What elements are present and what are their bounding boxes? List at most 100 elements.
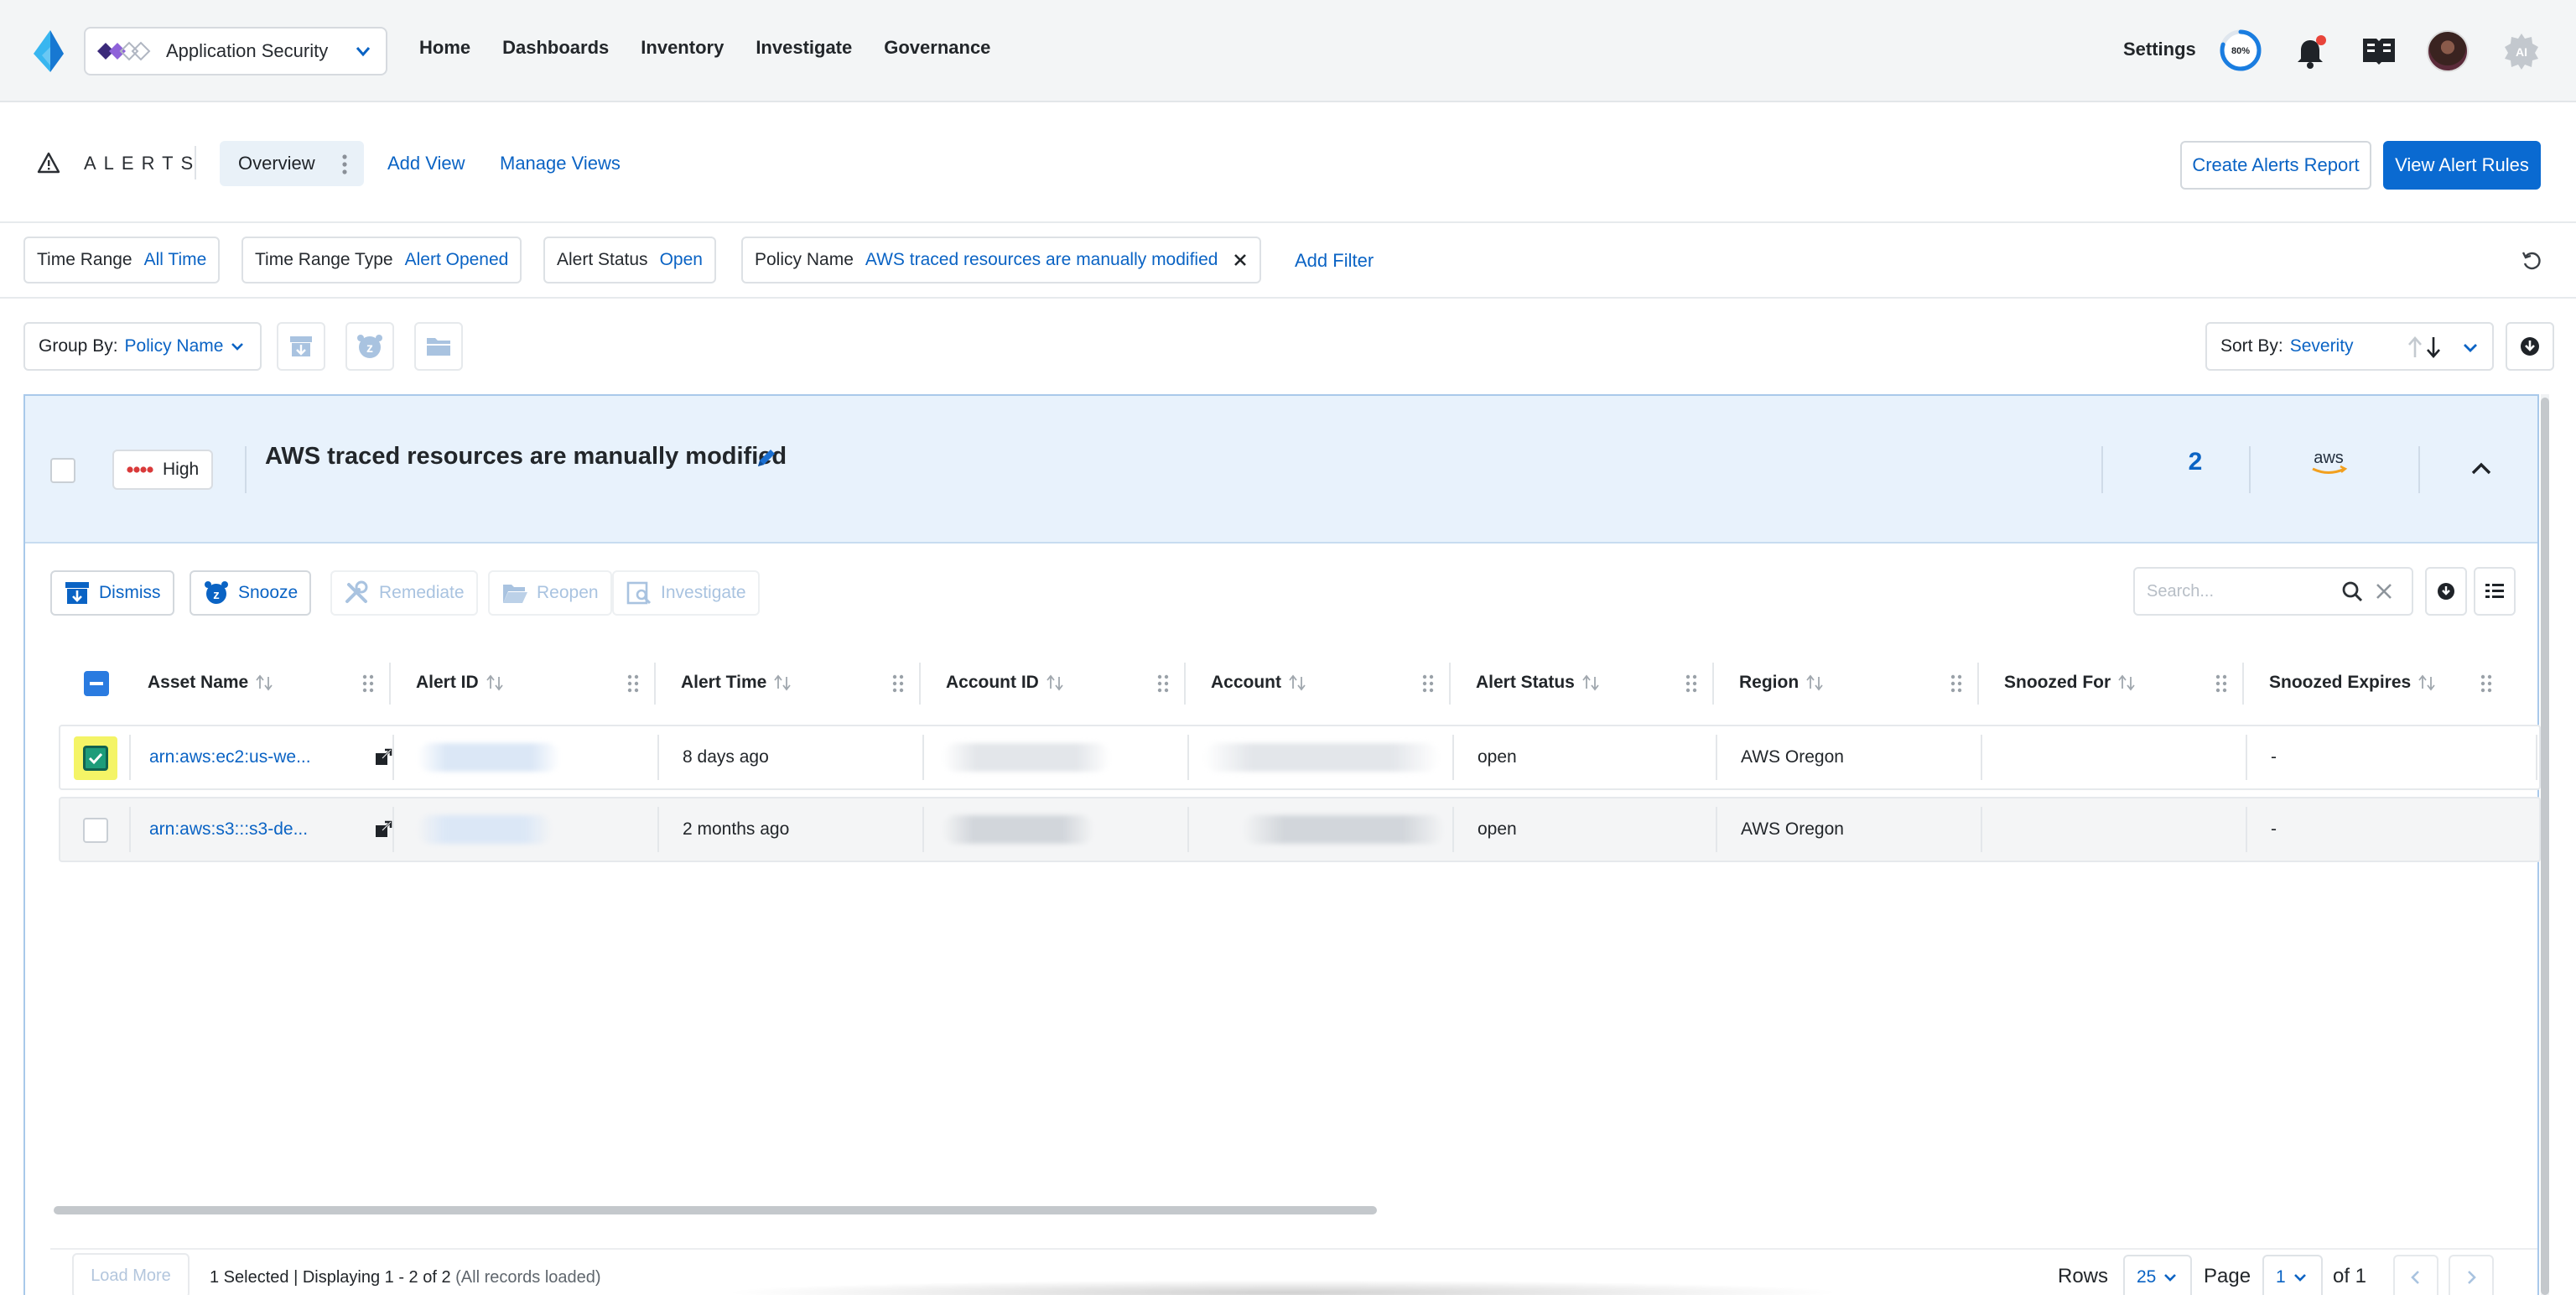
select-all-checkbox[interactable] xyxy=(84,671,109,696)
col-alert-id[interactable]: Alert ID xyxy=(391,644,656,721)
download-button[interactable] xyxy=(2506,322,2554,371)
filter-policy-name[interactable]: Policy Name AWS traced resources are man… xyxy=(741,237,1262,283)
alert-group-header[interactable]: High AWS traced resources are manually m… xyxy=(25,396,2537,543)
filter-time-range[interactable]: Time Range All Time xyxy=(23,237,221,283)
remediate-button[interactable]: Remediate xyxy=(330,570,478,616)
col-account[interactable]: Account xyxy=(1186,644,1451,721)
drag-handle-icon[interactable] xyxy=(892,674,904,693)
reopen-button[interactable]: Reopen xyxy=(488,570,612,616)
table-row[interactable]: arn:aws:ec2:us-we... 8 days ago open AWS… xyxy=(59,725,2541,790)
reset-filters-icon[interactable] xyxy=(2521,250,2542,272)
drag-handle-icon[interactable] xyxy=(1422,674,1434,693)
add-filter-link[interactable]: Add Filter xyxy=(1295,250,1374,272)
col-snoozed-for[interactable]: Snoozed For xyxy=(1979,644,2244,721)
filter-alert-status[interactable]: Alert Status Open xyxy=(543,237,716,283)
sort-by-dropdown[interactable]: Sort By: Severity xyxy=(2205,322,2494,371)
group-select-checkbox[interactable] xyxy=(50,458,75,483)
sort-icon[interactable] xyxy=(1288,674,1306,692)
vertical-scrollbar[interactable] xyxy=(2541,394,2549,1295)
view-alert-rules-button[interactable]: View Alert Rules xyxy=(2383,141,2541,190)
dismiss-group-button[interactable] xyxy=(277,322,325,371)
row-checkbox[interactable] xyxy=(83,818,108,843)
chevron-up-icon[interactable] xyxy=(2469,456,2494,481)
col-alert-status[interactable]: Alert Status xyxy=(1451,644,1714,721)
alert-count[interactable]: 2 xyxy=(2170,448,2220,476)
rows-per-page-select[interactable]: 25 xyxy=(2123,1255,2192,1295)
notifications-bell-icon[interactable] xyxy=(2294,34,2328,69)
sort-icon[interactable] xyxy=(486,674,504,692)
create-alerts-report-button[interactable]: Create Alerts Report xyxy=(2180,141,2371,190)
nav-investigate[interactable]: Investigate xyxy=(756,37,852,59)
nav-inventory[interactable]: Inventory xyxy=(641,37,724,59)
drag-handle-icon[interactable] xyxy=(362,674,374,693)
prisma-logo-icon[interactable] xyxy=(30,29,67,74)
drag-handle-icon[interactable] xyxy=(2215,674,2227,693)
app-switcher-dropdown[interactable]: Application Security xyxy=(84,27,387,75)
group-by-dropdown[interactable]: Group By: Policy Name xyxy=(23,322,262,371)
nav-home[interactable]: Home xyxy=(419,37,470,59)
drag-handle-icon[interactable] xyxy=(1157,674,1169,693)
filter-time-range-type[interactable]: Time Range Type Alert Opened xyxy=(242,237,522,283)
load-more-button[interactable]: Load More xyxy=(72,1253,190,1295)
row-checkbox-wrap[interactable] xyxy=(74,809,117,852)
table-search[interactable] xyxy=(2133,567,2413,616)
sort-icon[interactable] xyxy=(773,674,792,692)
column-settings-button[interactable] xyxy=(2474,567,2516,616)
col-region[interactable]: Region xyxy=(1714,644,1979,721)
drag-handle-icon[interactable] xyxy=(627,674,639,693)
snooze-group-button[interactable]: z xyxy=(345,322,394,371)
asset-name-link[interactable]: arn:aws:s3:::s3-de... xyxy=(149,798,308,861)
page-select[interactable]: 1 xyxy=(2262,1255,2323,1295)
nav-dashboards[interactable]: Dashboards xyxy=(502,37,609,59)
sort-icon[interactable] xyxy=(1581,674,1600,692)
col-asset-name[interactable]: Asset Name xyxy=(127,644,391,721)
onboarding-progress[interactable]: 80% xyxy=(2219,29,2262,72)
sort-direction-icon[interactable] xyxy=(2405,335,2445,359)
sort-icon[interactable] xyxy=(1805,674,1824,692)
user-avatar[interactable] xyxy=(2427,30,2469,72)
row-checkbox-highlight[interactable] xyxy=(74,736,117,780)
asset-name-link[interactable]: arn:aws:ec2:us-we... xyxy=(149,726,311,788)
snooze-button[interactable]: z Snooze xyxy=(190,570,312,616)
drag-handle-icon[interactable] xyxy=(2480,674,2492,693)
next-page-button[interactable] xyxy=(2449,1255,2494,1295)
drag-handle-icon[interactable] xyxy=(1685,674,1697,693)
previous-page-button[interactable] xyxy=(2393,1255,2438,1295)
clear-icon[interactable] xyxy=(2375,582,2393,601)
external-link-icon[interactable] xyxy=(374,820,392,839)
drag-handle-icon[interactable] xyxy=(1950,674,1962,693)
download-table-button[interactable] xyxy=(2425,567,2467,616)
tab-overview[interactable]: Overview xyxy=(220,141,364,186)
col-snoozed-expires[interactable]: Snoozed Expires xyxy=(2244,644,2509,721)
documentation-book-icon[interactable] xyxy=(2361,34,2397,67)
table-row[interactable]: arn:aws:s3:::s3-de... 2 months ago open … xyxy=(59,797,2541,862)
sort-icon[interactable] xyxy=(1046,674,1064,692)
redacted-account xyxy=(1243,815,1444,844)
search-icon[interactable] xyxy=(2341,580,2363,602)
external-link-icon[interactable] xyxy=(374,748,392,767)
sort-icon[interactable] xyxy=(2117,674,2136,692)
add-view-link[interactable]: Add View xyxy=(387,153,465,174)
row-checkbox-checked[interactable] xyxy=(83,746,108,771)
ai-assistant-icon[interactable]: AI xyxy=(2502,32,2541,70)
tab-overview-label: Overview xyxy=(238,153,315,174)
dismiss-button[interactable]: Dismiss xyxy=(50,570,174,616)
close-icon[interactable] xyxy=(1233,252,1248,268)
nav-governance[interactable]: Governance xyxy=(884,37,990,59)
severity-dots-icon xyxy=(127,466,153,473)
settings-link[interactable]: Settings xyxy=(2123,39,2196,60)
scrollbar-thumb[interactable] xyxy=(2541,398,2549,1295)
more-options-icon[interactable] xyxy=(342,153,347,175)
horizontal-scrollbar[interactable] xyxy=(54,1206,1377,1214)
manage-views-link[interactable]: Manage Views xyxy=(500,153,621,174)
edit-pencil-icon[interactable] xyxy=(755,446,778,470)
sort-by-value: Severity xyxy=(2289,336,2354,356)
col-alert-time[interactable]: Alert Time xyxy=(656,644,921,721)
col-account-id[interactable]: Account ID xyxy=(921,644,1186,721)
sort-icon[interactable] xyxy=(255,674,273,692)
folder-group-button[interactable] xyxy=(414,322,463,371)
investigate-button[interactable]: Investigate xyxy=(612,570,760,616)
search-input[interactable] xyxy=(2147,581,2331,601)
sort-icon[interactable] xyxy=(2418,674,2436,692)
column-list-icon xyxy=(2485,584,2504,598)
